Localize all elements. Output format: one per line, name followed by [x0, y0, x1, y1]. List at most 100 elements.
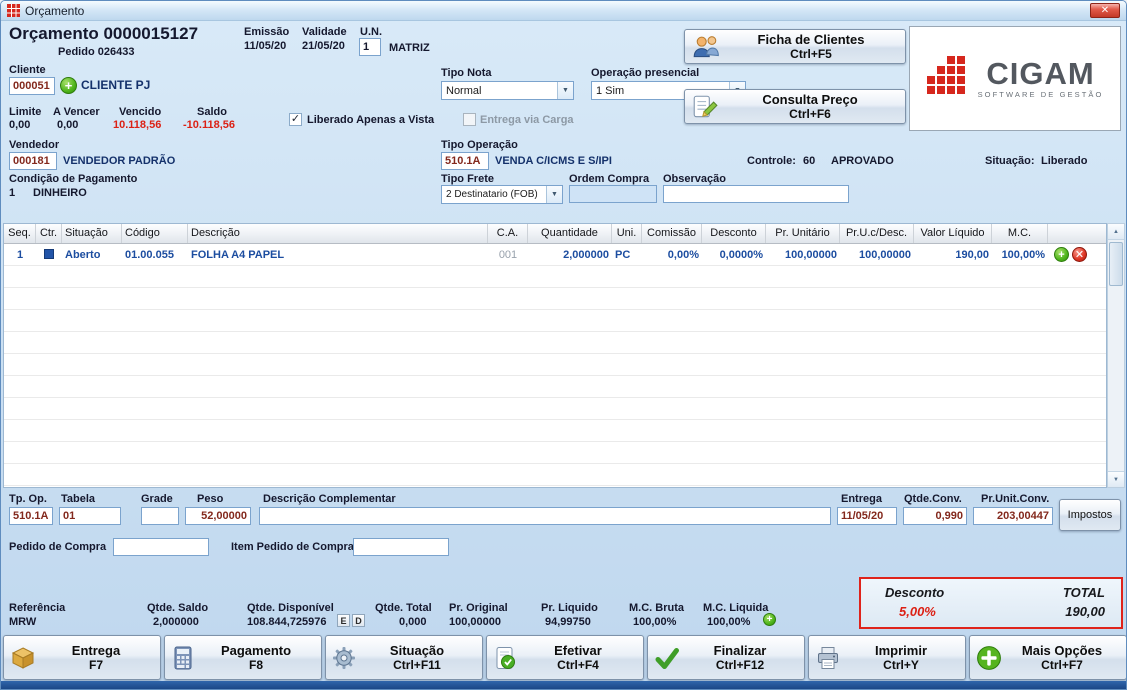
entrega-carga-checkbox-label: Entrega via Carga	[480, 114, 574, 126]
col-comissao[interactable]: Comissão	[642, 224, 702, 243]
package-icon	[10, 646, 36, 670]
scroll-thumb[interactable]	[1109, 242, 1123, 286]
consulta-preco-button[interactable]: Consulta Preço Ctrl+F6	[684, 89, 906, 124]
logo-subtext: SOFTWARE DE GESTÃO	[977, 89, 1104, 99]
page-title: Orçamento 0000015127	[9, 24, 199, 43]
cliente-add-button[interactable]: +	[60, 77, 77, 94]
pr-original-value: 100,00000	[449, 616, 501, 628]
total-value: 190,00	[1065, 604, 1105, 619]
grid-empty-row	[4, 310, 1106, 332]
qtde-disponivel-label: Qtde. Disponível	[247, 602, 334, 614]
tabela-input[interactable]: 01	[59, 507, 121, 525]
un-name: MATRIZ	[389, 42, 430, 54]
cliente-code-input[interactable]: 000051	[9, 77, 55, 95]
qtde-total-label: Qtde. Total	[375, 602, 432, 614]
cell-codigo: 01.00.055	[125, 249, 174, 261]
condicao-pagamento-label: Condição de Pagamento	[9, 173, 138, 185]
col-actions	[1048, 224, 1106, 243]
cell-actions: + ✕	[1048, 244, 1106, 265]
condicao-pagamento-name: DINHEIRO	[33, 187, 87, 199]
vencido-value: 10.118,56	[113, 119, 162, 131]
flag-e-button[interactable]: E	[337, 614, 350, 627]
flag-d-button[interactable]: D	[352, 614, 365, 627]
close-icon: ✕	[1100, 5, 1110, 16]
cell-uni: PC	[615, 249, 631, 261]
ordem-compra-input[interactable]	[569, 185, 657, 203]
imprimir-button[interactable]: Imprimir Ctrl+Y	[808, 635, 966, 680]
tp-op-input[interactable]: 510.1A	[9, 507, 53, 525]
situacao-label: Situação:	[985, 155, 1035, 167]
finalizar-button[interactable]: Finalizar Ctrl+F12	[647, 635, 805, 680]
mc-bruta-value: 100,00%	[633, 616, 677, 628]
descricao-complementar-input[interactable]	[259, 507, 831, 525]
condicao-pagamento-code: 1	[9, 187, 16, 199]
tipo-frete-select[interactable]: 2 Destinatario (FOB) ▼	[441, 185, 563, 204]
limite-value: 0,00	[9, 119, 31, 131]
grid-scrollbar[interactable]: ▲ ▼	[1107, 223, 1125, 488]
col-quantidade[interactable]: Quantidade	[528, 224, 612, 243]
orcamento-window: Orçamento ✕ Orçamento 0000015127 Pedido …	[0, 0, 1127, 690]
observacao-label: Observação	[663, 173, 726, 185]
col-descricao[interactable]: Descrição	[188, 224, 488, 243]
grid-empty-row	[4, 354, 1106, 376]
tipo-operacao-label: Tipo Operação	[441, 139, 518, 151]
col-pr-uc-desc[interactable]: Pr.U.c/Desc.	[840, 224, 914, 243]
col-ctr[interactable]: Ctr.	[36, 224, 62, 243]
scroll-down-button[interactable]: ▼	[1108, 471, 1124, 487]
total-label: TOTAL	[1062, 585, 1105, 600]
pr-liquido-label: Pr. Liquido	[541, 602, 598, 614]
gear-icon	[332, 646, 356, 670]
pedido-compra-input[interactable]	[113, 538, 209, 556]
col-ca[interactable]: C.A.	[488, 224, 528, 243]
efetivar-button[interactable]: Efetivar Ctrl+F4	[486, 635, 644, 680]
col-situacao[interactable]: Situação	[62, 224, 122, 243]
impostos-button[interactable]: Impostos	[1059, 499, 1121, 531]
col-mc[interactable]: M.C.	[992, 224, 1048, 243]
col-codigo[interactable]: Código	[122, 224, 188, 243]
grid-empty-row	[4, 288, 1106, 310]
un-input[interactable]: 1	[359, 38, 381, 56]
vencido-label: Vencido	[119, 106, 162, 118]
grid-row[interactable]: 1 Aberto 01.00.055 FOLHA A4 PAPEL 001 2,…	[4, 244, 1106, 266]
tipo-nota-select[interactable]: Normal ▼	[441, 81, 574, 100]
close-button[interactable]: ✕	[1090, 3, 1120, 18]
titlebar: Orçamento ✕	[1, 1, 1126, 21]
col-pr-unitario[interactable]: Pr. Unitário	[766, 224, 840, 243]
ficha-clientes-button[interactable]: Ficha de Clientes Ctrl+F5	[684, 29, 906, 64]
qtde-conv-label: Qtde.Conv.	[904, 493, 962, 505]
check-icon: ✓	[290, 113, 301, 125]
col-uni[interactable]: Uni.	[612, 224, 642, 243]
item-pedido-compra-input[interactable]	[353, 538, 449, 556]
mc-liquida-expand-button[interactable]: +	[763, 613, 776, 626]
pagamento-button[interactable]: Pagamento F8	[164, 635, 322, 680]
clients-icon	[691, 34, 721, 60]
peso-input[interactable]: 52,00000	[185, 507, 251, 525]
pr-unit-conv-input[interactable]: 203,00447	[973, 507, 1053, 525]
liberado-checkbox[interactable]: ✓	[289, 113, 302, 126]
col-seq[interactable]: Seq.	[4, 224, 36, 243]
cell-mc: 100,00%	[1001, 249, 1045, 261]
qtde-total-value: 0,000	[399, 616, 427, 628]
entrega-carga-checkbox[interactable]	[463, 113, 476, 126]
cell-quantidade: 2,000000	[563, 249, 609, 261]
row-delete-button[interactable]: ✕	[1072, 247, 1087, 262]
scroll-up-button[interactable]: ▲	[1108, 224, 1124, 240]
entrega-input[interactable]: 11/05/20	[837, 507, 897, 525]
scroll-down-icon: ▼	[1113, 476, 1119, 483]
mais-opcoes-button[interactable]: Mais Opções Ctrl+F7	[969, 635, 1126, 680]
qtde-conv-input[interactable]: 0,990	[903, 507, 967, 525]
grade-input[interactable]	[141, 507, 179, 525]
col-desconto[interactable]: Desconto	[702, 224, 766, 243]
col-valor-liquido[interactable]: Valor Líquido	[914, 224, 992, 243]
vendedor-code-input[interactable]: 000181	[9, 152, 57, 170]
observacao-input[interactable]	[663, 185, 849, 203]
qtde-saldo-label: Qtde. Saldo	[147, 602, 209, 614]
tipo-nota-label: Tipo Nota	[441, 67, 492, 79]
situacao-value: Liberado	[1041, 155, 1088, 167]
situacao-button[interactable]: Situação Ctrl+F11	[325, 635, 483, 680]
tipo-operacao-code-input[interactable]: 510.1A	[441, 152, 489, 170]
row-add-button[interactable]: +	[1054, 247, 1069, 262]
controle-value: 60	[803, 155, 816, 167]
entrega-button[interactable]: Entrega F7	[3, 635, 161, 680]
referencia-label: Referência	[9, 602, 66, 614]
